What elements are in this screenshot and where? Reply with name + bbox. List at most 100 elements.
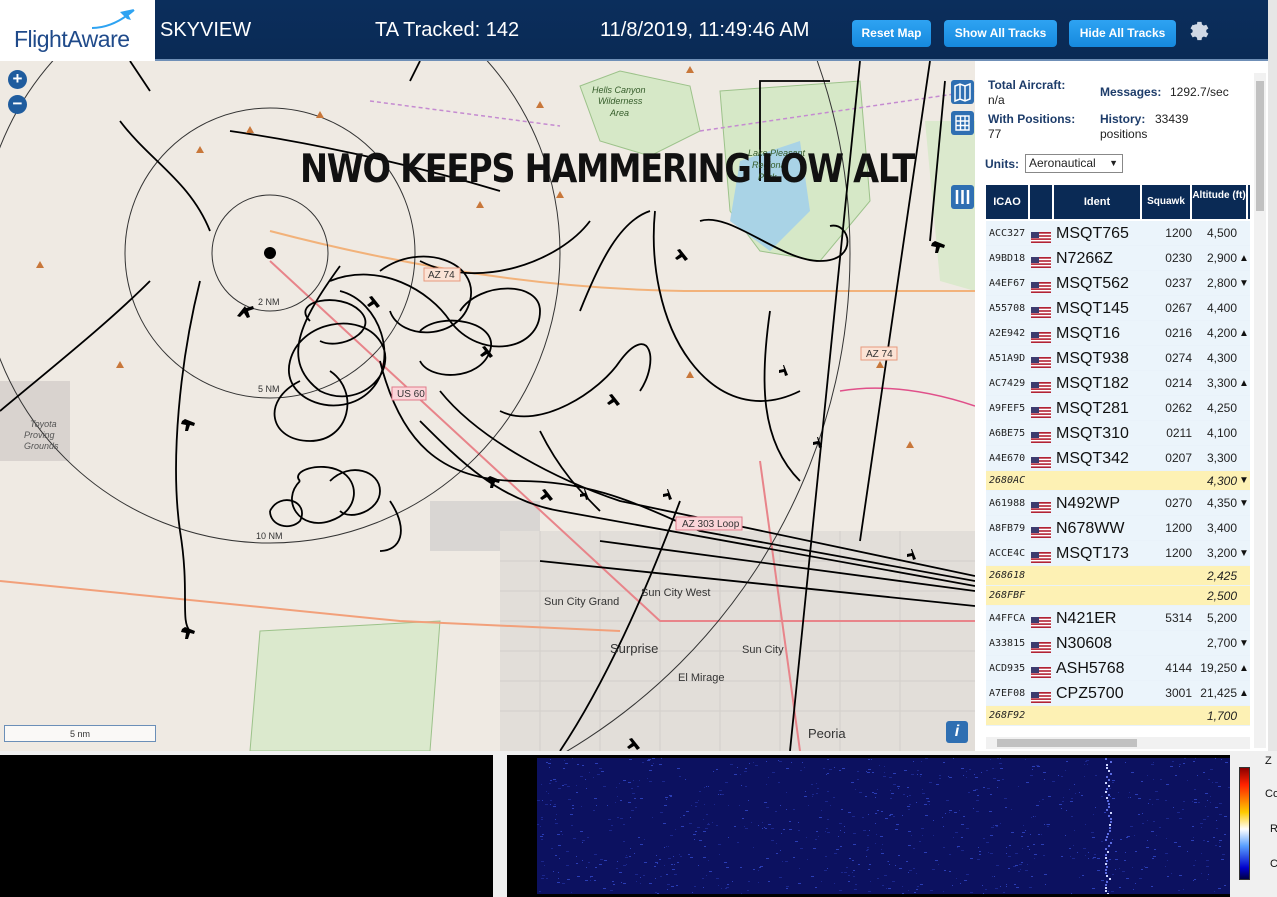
table-row[interactable]: A9BD18 N7266Z 0230 2,900 ▲ — [986, 246, 1250, 271]
with-positions-label: With Positions: — [988, 112, 1076, 126]
info-button[interactable]: i — [946, 721, 968, 743]
columns-toggle-button[interactable] — [951, 185, 974, 209]
units-select[interactable]: Aeronautical ▼ — [1025, 154, 1123, 173]
table-row[interactable]: A7EF08 CPZ5700 3001 21,425 ▲ — [986, 681, 1250, 706]
icao-cell: 268F92 — [989, 710, 1026, 721]
map-layers-button[interactable] — [951, 80, 974, 104]
icao-cell: A9BD18 — [989, 253, 1026, 264]
aircraft-icon — [607, 394, 620, 406]
us-flag-icon — [1031, 303, 1051, 318]
column-header-squawk[interactable]: Squawk — [1142, 185, 1192, 219]
aircraft-icon — [367, 296, 380, 308]
table-row[interactable]: A55708 MSQT145 0267 4,400 — [986, 296, 1250, 321]
svg-text:Toyota: Toyota — [30, 419, 57, 429]
altitude-cell: 4,400 — [1206, 301, 1237, 315]
show-all-tracks-button[interactable]: Show All Tracks — [944, 20, 1057, 47]
us-flag-icon — [1031, 353, 1051, 368]
column-header-ident[interactable]: Ident — [1054, 185, 1142, 219]
altitude-trend-icon: ▲ — [1239, 663, 1249, 674]
ident-cell: ASH5768 — [1056, 660, 1125, 677]
table-row[interactable]: A4E670 MSQT342 0207 3,300 — [986, 446, 1250, 471]
table-row[interactable]: A6BE75 MSQT310 0211 4,100 — [986, 421, 1250, 446]
panel-horizontal-scroll-thumb[interactable] — [997, 739, 1137, 747]
icao-cell: ACC327 — [989, 228, 1026, 239]
ident-cell: N30608 — [1056, 635, 1113, 652]
green-area — [249, 620, 441, 751]
total-aircraft-value: n/a — [988, 93, 1005, 107]
aircraft-icon — [181, 419, 195, 431]
columns-icon — [955, 190, 970, 204]
table-row[interactable]: ACC327 MSQT765 1200 4,500 — [986, 221, 1250, 246]
altitude-cell: 2,500 — [1206, 589, 1237, 603]
icao-cell: A8FB79 — [989, 523, 1026, 534]
ident-cell: N421ER — [1056, 610, 1117, 627]
side-label-contrast: Co — [1265, 788, 1277, 800]
hide-all-tracks-button[interactable]: Hide All Tracks — [1069, 20, 1176, 47]
zoom-out-button[interactable]: − — [8, 95, 27, 114]
waterfall-controls: Z Co R C — [1230, 755, 1277, 897]
grid-toggle-button[interactable] — [951, 111, 974, 135]
squawk-cell: 0207 — [1165, 451, 1192, 465]
map-view[interactable]: Hells Canyon Wilderness Area Lake Pleasa… — [0, 61, 975, 751]
us-flag-icon — [1031, 663, 1051, 678]
table-row[interactable]: A8FB79 N678WW 1200 3,400 — [986, 516, 1250, 541]
us-flag-icon — [1031, 328, 1051, 343]
column-header-icao[interactable]: ICAO — [986, 185, 1030, 219]
table-row[interactable]: A4EF67 MSQT562 0237 2,800 ▼ — [986, 271, 1250, 296]
svg-text:Sun City West: Sun City West — [641, 587, 711, 599]
altitude-cell: 2,700 — [1206, 636, 1237, 650]
altitude-cell: 2,800 — [1206, 276, 1237, 290]
icao-cell: ACD935 — [989, 663, 1026, 674]
altitude-cell: 3,300 — [1206, 451, 1237, 465]
table-row[interactable]: ACCE4C MSQT173 1200 3,200 ▼ — [986, 541, 1250, 566]
grid-icon — [955, 115, 970, 131]
column-header-altitude[interactable]: Altitude (ft) — [1192, 185, 1248, 219]
history-label: History: — [1100, 112, 1146, 126]
icao-cell: A33815 — [989, 638, 1026, 649]
flightaware-logo[interactable]: FlightAware — [0, 0, 155, 61]
table-row[interactable]: A51A9D MSQT938 0274 4,300 — [986, 346, 1250, 371]
table-row[interactable]: 268FBF 2,500 — [986, 586, 1250, 606]
aircraft-icon — [237, 306, 254, 318]
table-row[interactable]: A2E942 MSQT16 0216 4,200 ▲ — [986, 321, 1250, 346]
svg-text:AZ 74: AZ 74 — [428, 270, 455, 281]
pane-divider[interactable] — [493, 751, 507, 897]
table-row[interactable]: ACD935 ASH5768 4144 19,250 ▲ — [986, 656, 1250, 681]
reset-map-button[interactable]: Reset Map — [852, 20, 931, 47]
history-unit: positions — [1100, 127, 1148, 141]
gear-icon[interactable] — [1186, 18, 1210, 42]
icao-cell: A55708 — [989, 303, 1026, 314]
table-row[interactable]: A61988 N492WP 0270 4,350 ▼ — [986, 491, 1250, 516]
side-label-c: C — [1270, 858, 1277, 870]
icao-cell: A61988 — [989, 498, 1026, 509]
table-row[interactable]: AC7429 MSQT182 0214 3,300 ▲ — [986, 371, 1250, 396]
table-row[interactable]: 268F92 1,700 — [986, 706, 1250, 726]
icao-cell: A51A9D — [989, 353, 1026, 364]
us-flag-icon — [1031, 428, 1051, 443]
us-flag-icon — [1031, 688, 1051, 703]
icao-cell: 2680AC — [989, 475, 1026, 486]
ident-cell: MSQT938 — [1056, 350, 1129, 367]
zoom-in-button[interactable]: + — [8, 70, 27, 89]
us-flag-icon — [1031, 453, 1051, 468]
table-row[interactable]: 2680AC 4,300 ▼ — [986, 471, 1250, 491]
svg-text:5 NM: 5 NM — [258, 384, 280, 394]
altitude-cell: 4,500 — [1206, 226, 1237, 240]
ident-cell: CPZ5700 — [1056, 685, 1124, 702]
table-row[interactable]: 268618 2,425 — [986, 566, 1250, 586]
icao-cell: A4E670 — [989, 453, 1026, 464]
scale-label: 5 nm — [69, 729, 90, 739]
icao-cell: A2E942 — [989, 328, 1026, 339]
table-row[interactable]: A33815 N30608 2,700 ▼ — [986, 631, 1250, 656]
table-row[interactable]: A9FEF5 MSQT281 0262 4,250 — [986, 396, 1250, 421]
panel-vertical-scroll-thumb[interactable] — [1256, 81, 1264, 211]
svg-text:El Mirage: El Mirage — [678, 672, 724, 684]
ident-cell: MSQT281 — [1056, 400, 1129, 417]
altitude-cell: 4,200 — [1206, 326, 1237, 340]
altitude-trend-icon: ▼ — [1239, 278, 1249, 289]
column-header-flag[interactable] — [1030, 185, 1054, 219]
window-scrollbar[interactable] — [1268, 0, 1277, 751]
table-row[interactable]: A4FFCA N421ER 5314 5,200 — [986, 606, 1250, 631]
altitude-trend-icon: ▲ — [1239, 253, 1249, 264]
squawk-cell: 1200 — [1165, 226, 1192, 240]
